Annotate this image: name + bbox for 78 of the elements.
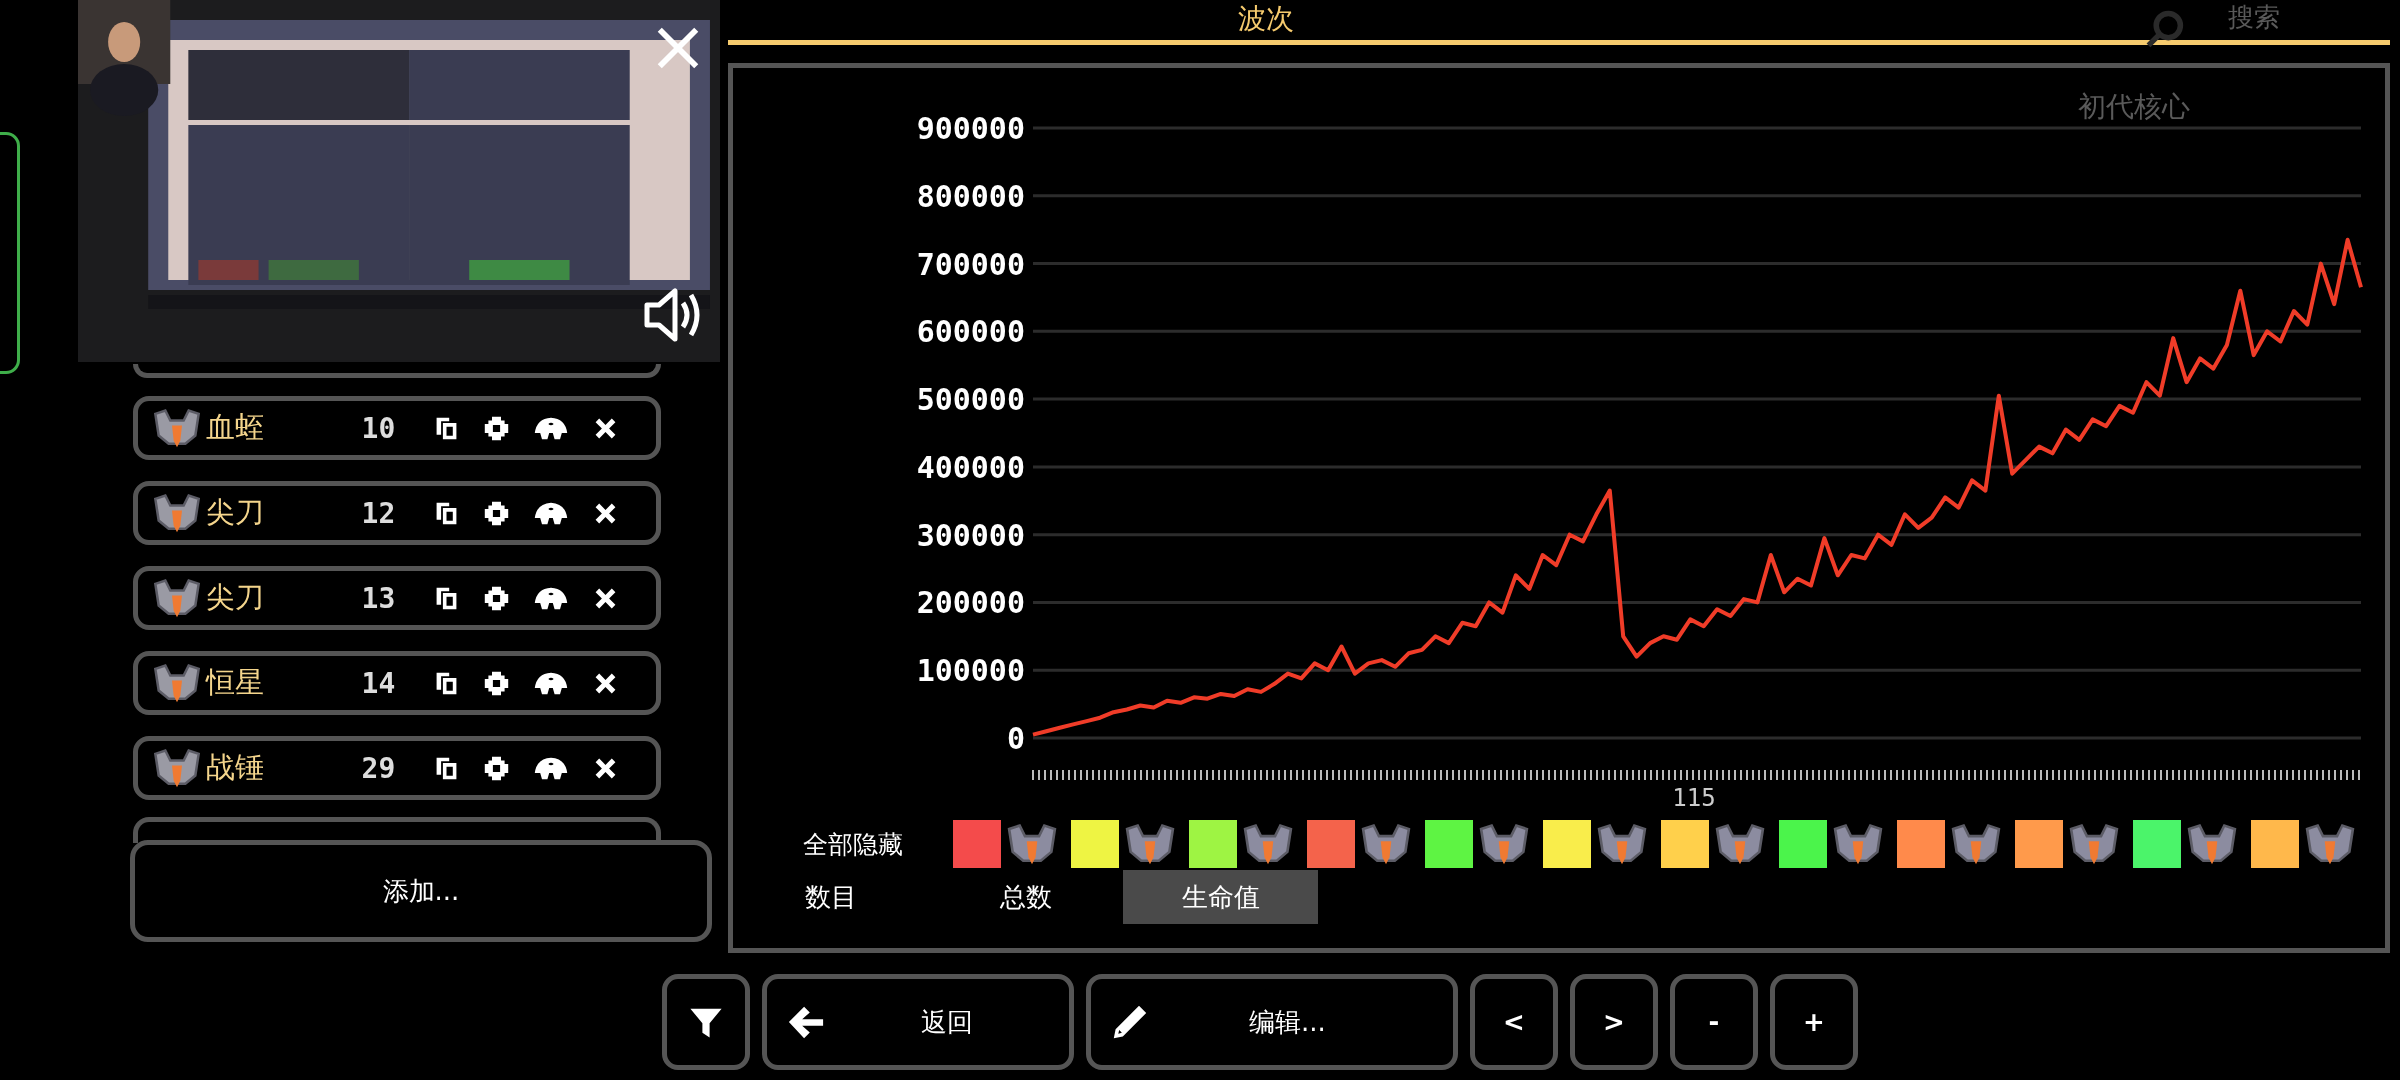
hide-all-button[interactable]: 全部隐藏 — [753, 826, 953, 862]
legend-swatch[interactable] — [1307, 820, 1355, 868]
wave-count: 29 — [361, 751, 397, 785]
search-label: 搜索 — [2228, 1, 2280, 34]
unit-name: 尖刀 — [206, 494, 265, 531]
unit-icon — [2303, 822, 2357, 866]
legend-swatch[interactable] — [1897, 820, 1945, 868]
wave-row[interactable]: 血蛭 10 — [133, 396, 661, 460]
arrow-icon — [787, 1004, 825, 1040]
wave-count: 10 — [361, 411, 397, 445]
wave-count: 12 — [361, 496, 397, 530]
gear-icon[interactable] — [483, 669, 510, 697]
axis-label: 400000 — [916, 449, 1025, 485]
unit-icon — [152, 747, 202, 789]
unit-icon — [1713, 822, 1767, 866]
unit-icon — [1123, 822, 1177, 866]
unit-icon — [1831, 822, 1885, 866]
core-label: 初代核心 — [2078, 89, 2190, 125]
axis-label: 600000 — [916, 314, 1025, 350]
window-title: 波次 — [1238, 1, 1294, 37]
axis-label: 500000 — [916, 382, 1025, 418]
unit-name: 恒星 — [206, 664, 265, 701]
axis-label: 900000 — [916, 111, 1025, 146]
gear-icon[interactable] — [483, 414, 510, 442]
unit-icon — [152, 407, 202, 449]
legend-swatch[interactable] — [1543, 820, 1591, 868]
legend-swatch[interactable] — [953, 820, 1001, 868]
wave-row[interactable]: 恒星 14 — [133, 651, 661, 715]
unit-icon — [1005, 822, 1059, 866]
wave-row[interactable] — [133, 817, 661, 843]
unit-icon — [2067, 822, 2121, 866]
unit-icon — [152, 577, 202, 619]
wave-row[interactable]: 战锤 29 — [133, 736, 661, 800]
unit-icon — [152, 662, 202, 704]
unit-icon — [1595, 822, 1649, 866]
pencil-icon — [1111, 1004, 1149, 1040]
legend-swatch[interactable] — [2133, 820, 2181, 868]
unit-name: 尖刀 — [206, 579, 265, 616]
mode-tab[interactable]: 数目 — [733, 870, 928, 924]
axis-label: 200000 — [916, 585, 1025, 621]
unit-icon — [152, 492, 202, 534]
axis-label: 115 — [1672, 784, 1716, 812]
back-button[interactable]: 返回 — [762, 974, 1074, 1070]
next-button[interactable]: > — [1570, 974, 1658, 1070]
axis-label: 300000 — [916, 517, 1025, 553]
zoom-out-button[interactable]: - — [1670, 974, 1758, 1070]
legend-swatch[interactable] — [1779, 820, 1827, 868]
edit-button[interactable]: 编辑... — [1086, 974, 1458, 1070]
unit-name: 战锤 — [206, 749, 265, 786]
wave-row[interactable]: 尖刀 12 — [133, 481, 661, 545]
wave-count: 13 — [361, 581, 397, 615]
legend-swatch[interactable] — [1425, 820, 1473, 868]
mode-tab[interactable]: 总数 — [928, 870, 1123, 924]
axis-label: 100000 — [916, 653, 1025, 689]
previous-button[interactable]: < — [1470, 974, 1558, 1070]
mode-tab[interactable]: 生命值 — [1123, 870, 1318, 924]
add-button[interactable]: 添加... — [130, 840, 712, 942]
gear-icon[interactable] — [483, 584, 510, 612]
zoom-in-button[interactable]: + — [1770, 974, 1858, 1070]
wave-count: 14 — [361, 666, 397, 700]
axis-label: 700000 — [916, 246, 1025, 282]
legend-swatch[interactable] — [1189, 820, 1237, 868]
wave-row[interactable]: 尖刀 13 — [133, 566, 661, 630]
unit-name: 血蛭 — [206, 409, 265, 446]
legend-swatch[interactable] — [1661, 820, 1709, 868]
unit-icon — [2185, 822, 2239, 866]
gear-icon[interactable] — [483, 754, 510, 782]
legend-swatch[interactable] — [2015, 820, 2063, 868]
axis-label: 0 — [1006, 721, 1025, 756]
unit-icon — [1949, 822, 2003, 866]
unit-icon — [1241, 822, 1295, 866]
legend-swatch[interactable] — [1071, 820, 1119, 868]
unit-icon — [1359, 822, 1413, 866]
gear-icon[interactable] — [483, 499, 510, 527]
legend-swatch[interactable] — [2251, 820, 2299, 868]
filter-button[interactable] — [662, 974, 750, 1070]
axis-label: 800000 — [916, 178, 1025, 214]
unit-icon — [1477, 822, 1531, 866]
